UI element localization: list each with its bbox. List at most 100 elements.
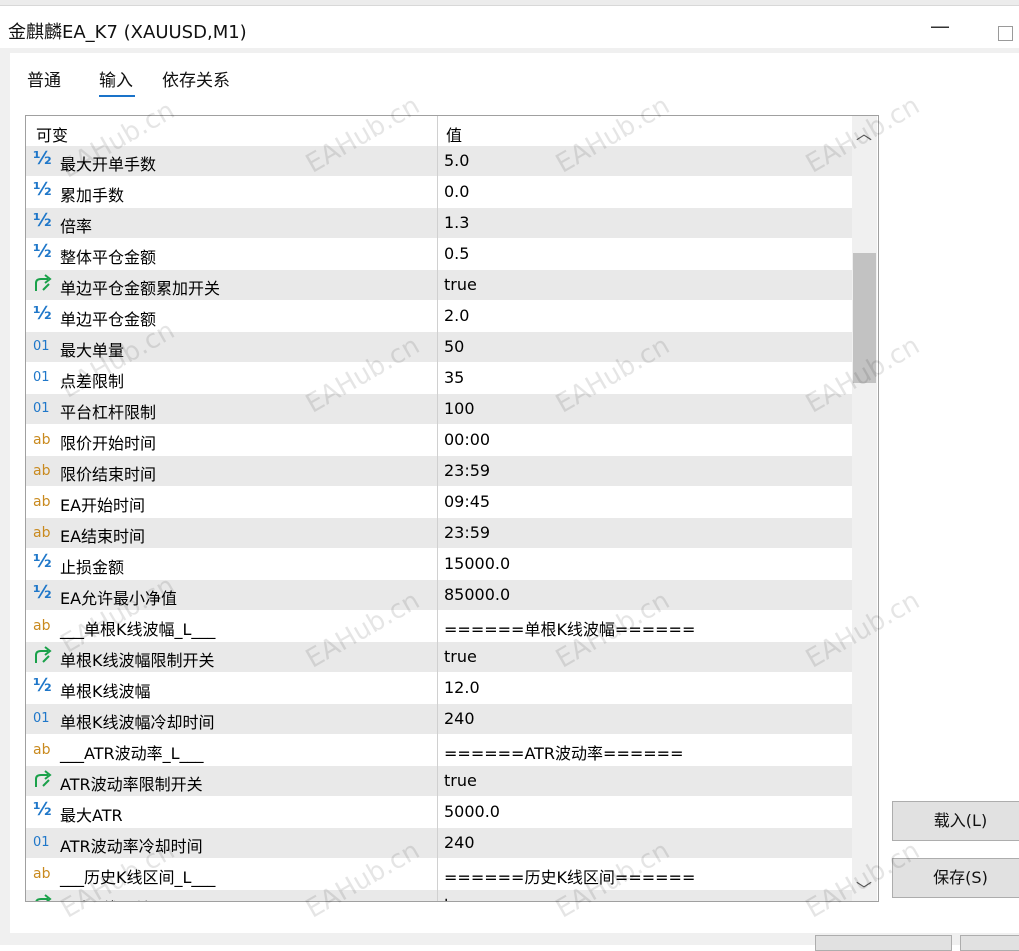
integer-type-icon: 01 [33,835,50,850]
parameter-name: 倍率 [60,217,93,236]
parameter-name: 平台杠杆限制 [60,403,157,422]
parameter-name: ATR波动率限制开关 [60,775,203,794]
parameter-value[interactable]: ======ATR波动率====== [444,740,683,764]
double-type-icon: ½ [33,799,52,820]
load-button[interactable]: 载入(L) [892,801,1019,841]
bool-arrow-icon [33,770,53,788]
parameter-value[interactable]: 100 [444,399,475,418]
vertical-scrollbar[interactable]: ︿ ﹀ [852,116,877,901]
parameter-name: 单根K线波幅冷却时间 [60,713,215,732]
parameter-name: 最大ATR [60,806,123,825]
tab-inputs[interactable]: 输入 [99,66,133,91]
double-type-icon: ½ [33,148,52,169]
double-type-icon: ½ [33,179,52,200]
double-type-icon: ½ [33,582,52,603]
parameter-value[interactable]: 50 [444,337,464,356]
string-type-icon: ab [33,866,51,882]
parameter-value[interactable]: true [444,275,477,294]
inputs-grid: 可变 值 ½ 最大开单手数 5.0 ½ 累加手数 0.0 ½ 倍率 1.3 ½ 整体平仓金额 0.5 单… [25,115,879,902]
table-row[interactable]: ab ___单根K线波幅_L___ ======单根K线波幅====== [26,611,852,642]
parameter-name: 单根K线波幅 [60,682,151,701]
parameter-name: EA开始时间 [60,496,146,515]
bool-arrow-icon [33,646,53,664]
table-row[interactable]: ab 限价结束时间 23:59 [26,456,852,487]
parameter-value[interactable]: 1.3 [444,213,469,232]
tab-dependencies[interactable]: 依存关系 [162,66,230,91]
parameter-name: 限价结束时间 [60,465,157,484]
double-type-icon: ½ [33,303,52,324]
table-row[interactable]: 单边平仓金额累加开关 true [26,270,852,301]
footer-button[interactable] [815,935,952,951]
parameter-value[interactable]: 240 [444,833,475,852]
parameter-name: 单边平仓金额累加开关 [60,279,221,298]
parameter-value[interactable]: 23:59 [444,523,490,542]
integer-type-icon: 01 [33,711,50,726]
parameter-value[interactable]: 09:45 [444,492,490,511]
integer-type-icon: 01 [33,370,50,385]
table-row[interactable]: ½ 倍率 1.3 [26,208,852,239]
table-row[interactable]: 01 单根K线波幅冷却时间 240 [26,704,852,735]
parameter-name: EA结束时间 [60,527,146,546]
string-type-icon: ab [33,742,51,758]
table-row[interactable]: ab ___ATR波动率_L___ ======ATR波动率====== [26,735,852,766]
table-row[interactable]: ab 限价开始时间 00:00 [26,425,852,456]
table-row[interactable]: ½ 最大开单手数 5.0 [26,146,852,177]
parameter-value[interactable]: true [444,771,477,790]
active-tab-indicator [99,95,135,97]
parameter-value[interactable]: 35 [444,368,464,387]
parameter-value[interactable]: 00:00 [444,430,490,449]
integer-type-icon: 01 [33,339,50,354]
table-row[interactable]: ½ 累加手数 0.0 [26,177,852,208]
parameter-value[interactable]: 240 [444,709,475,728]
footer-button[interactable] [960,935,1019,951]
parameter-value[interactable]: 2.0 [444,306,469,325]
parameter-value[interactable]: 12.0 [444,678,480,697]
parameter-value[interactable]: true [444,647,477,666]
double-type-icon: ½ [33,675,52,696]
parameter-value[interactable]: 23:59 [444,461,490,480]
parameter-name: 限价开始时间 [60,434,157,453]
integer-type-icon: 01 [33,401,50,416]
parameter-value[interactable]: true [444,895,477,901]
parameter-name: 单边平仓金额 [60,310,157,329]
window-title: 金麒麟EA_K7 (XAUUSD,M1) [8,22,247,43]
double-type-icon: ½ [33,551,52,572]
parameter-value[interactable]: 5.0 [444,151,469,170]
parameter-name: 止损金额 [60,558,125,577]
table-row[interactable]: 单根K线波幅限制开关 true [26,642,852,673]
string-type-icon: ab [33,618,51,634]
table-row[interactable]: 01 点差限制 35 [26,363,852,394]
parameter-value[interactable]: 5000.0 [444,802,500,821]
double-type-icon: ½ [33,241,52,262]
bool-arrow-icon [33,894,53,901]
table-row[interactable]: 01 平台杠杆限制 100 [26,394,852,425]
parameter-value[interactable]: 15000.0 [444,554,510,573]
column-header-value[interactable]: 值 [446,122,462,146]
bool-arrow-icon [33,274,53,292]
parameter-value[interactable]: 0.0 [444,182,469,201]
table-row[interactable]: ½ 止损金额 15000.0 [26,549,852,580]
title-bar: 金麒麟EA_K7 (XAUUSD,M1) — [0,6,1019,48]
table-row[interactable]: ab EA结束时间 23:59 [26,518,852,549]
table-row[interactable]: 历史K线开关true [26,890,852,901]
table-row[interactable]: ½ 最大ATR 5000.0 [26,797,852,828]
parameter-value[interactable]: 0.5 [444,244,469,263]
maximize-icon[interactable] [998,26,1013,41]
parameter-name: 累加手数 [60,186,125,205]
string-type-icon: ab [33,432,51,448]
string-type-icon: ab [33,494,51,510]
table-row[interactable]: ab EA开始时间 09:45 [26,487,852,518]
minimize-icon[interactable]: — [930,14,950,38]
parameter-name: ___ATR波动率_L___ [60,744,204,763]
parameter-name: 整体平仓金额 [60,248,157,267]
column-header-variable[interactable]: 可变 [36,122,68,146]
string-type-icon: ab [33,525,51,541]
table-row[interactable]: ½ 整体平仓金额 0.5 [26,239,852,270]
table-row[interactable]: ATR波动率限制开关 true [26,766,852,797]
column-divider[interactable] [437,116,438,901]
tab-general[interactable]: 普通 [27,66,61,91]
parameter-value[interactable]: 85000.0 [444,585,510,604]
double-type-icon: ½ [33,210,52,231]
grid-rows: ½ 最大开单手数 5.0 ½ 累加手数 0.0 ½ 倍率 1.3 ½ 整体平仓金额 0.5 单边平仓金额… [26,146,852,901]
table-row[interactable]: ½ 单根K线波幅 12.0 [26,673,852,704]
